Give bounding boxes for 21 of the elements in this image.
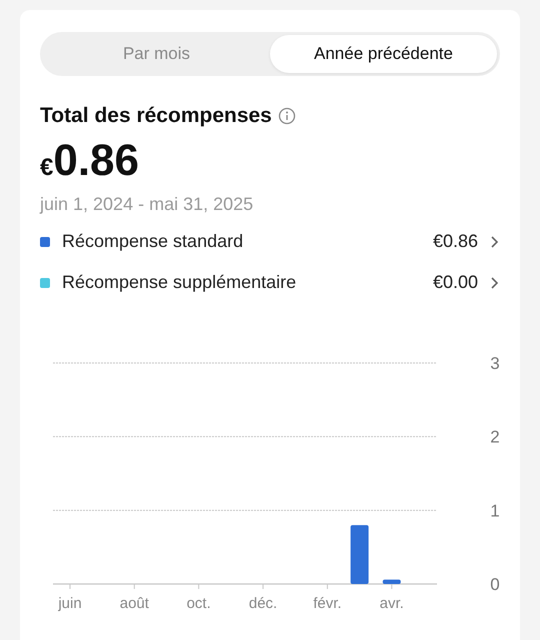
info-icon[interactable]: [278, 107, 296, 125]
total-amount: €0.86: [40, 136, 140, 186]
x-axis-label: juin: [58, 595, 82, 612]
bar: [350, 525, 369, 584]
y-axis-label: 3: [490, 354, 500, 373]
legend-row[interactable]: Récompense supplémentaire €0.00: [40, 272, 500, 293]
y-axis-label: 2: [490, 428, 500, 447]
x-axis-label: oct.: [186, 595, 211, 612]
y-axis-label: 1: [490, 501, 500, 520]
tab[interactable]: Année précédente: [270, 35, 497, 73]
x-axis-label: août: [120, 595, 149, 612]
x-axis-label: déc.: [248, 595, 278, 612]
chevron-icon: [490, 234, 500, 248]
legend-row[interactable]: Récompense standard €0.86: [40, 231, 500, 252]
bar: [382, 580, 401, 584]
y-axis-label: 0: [490, 575, 500, 594]
x-axis-label: avr.: [380, 595, 404, 612]
x-axis-label: févr.: [313, 595, 342, 612]
chevron-icon: [490, 276, 500, 290]
section-title: Total des récompenses: [40, 104, 272, 128]
date-range: juin 1, 2024 - mai 31, 2025: [40, 194, 254, 215]
